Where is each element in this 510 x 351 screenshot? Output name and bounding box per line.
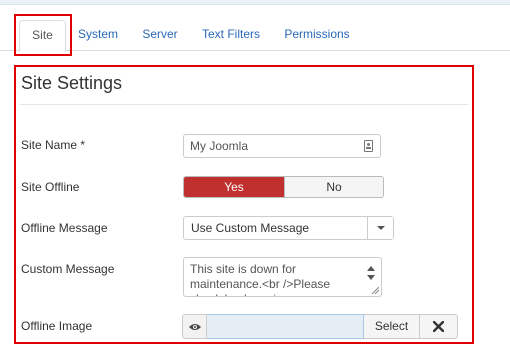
offline-image-label: Offline Image <box>21 319 93 333</box>
site-offline-yes-button[interactable]: Yes <box>184 177 284 197</box>
resize-handle-icon[interactable] <box>371 286 379 294</box>
scroll-up-icon[interactable] <box>367 266 375 271</box>
custom-message-value: This site is down for maintenance.<br />… <box>190 262 331 296</box>
offline-image-field: Select <box>182 314 458 339</box>
offline-message-select[interactable]: Use Custom Message <box>183 216 394 240</box>
eye-icon <box>189 324 201 330</box>
scroll-down-icon[interactable] <box>367 275 375 280</box>
site-offline-toggle: Yes No <box>183 176 384 198</box>
site-offline-no-button[interactable]: No <box>283 177 383 197</box>
top-strip <box>0 0 510 5</box>
fieldset-legend: Site Settings <box>21 73 123 93</box>
site-name-value: My Joomla <box>190 139 249 153</box>
caret-down-icon <box>377 226 385 230</box>
settings-highlight-box <box>14 65 474 344</box>
custom-message-textarea[interactable]: This site is down for maintenance.<br />… <box>183 257 382 297</box>
tab-server[interactable]: Server <box>135 20 185 50</box>
preview-button[interactable] <box>182 314 207 339</box>
tab-system[interactable]: System <box>72 20 124 50</box>
tab-highlight-box <box>14 14 72 56</box>
select-image-button[interactable]: Select <box>364 314 420 339</box>
offline-message-selected: Use Custom Message <box>191 221 310 235</box>
custom-message-label: Custom Message <box>21 262 115 276</box>
site-name-label: Site Name * <box>21 138 86 152</box>
tab-permissions[interactable]: Permissions <box>278 20 356 50</box>
offline-message-label: Offline Message <box>21 221 108 235</box>
offline-image-input[interactable] <box>207 314 364 339</box>
contact-card-icon <box>364 140 373 152</box>
legend-divider <box>20 104 468 105</box>
site-name-input[interactable]: My Joomla <box>183 134 381 158</box>
dropdown-toggle[interactable] <box>367 217 393 239</box>
tab-bar: Site System Server Text Filters Permissi… <box>0 14 510 52</box>
clear-image-button[interactable] <box>420 314 458 339</box>
site-offline-label: Site Offline <box>21 180 80 194</box>
close-icon <box>433 321 444 332</box>
tab-text-filters[interactable]: Text Filters <box>195 20 267 50</box>
